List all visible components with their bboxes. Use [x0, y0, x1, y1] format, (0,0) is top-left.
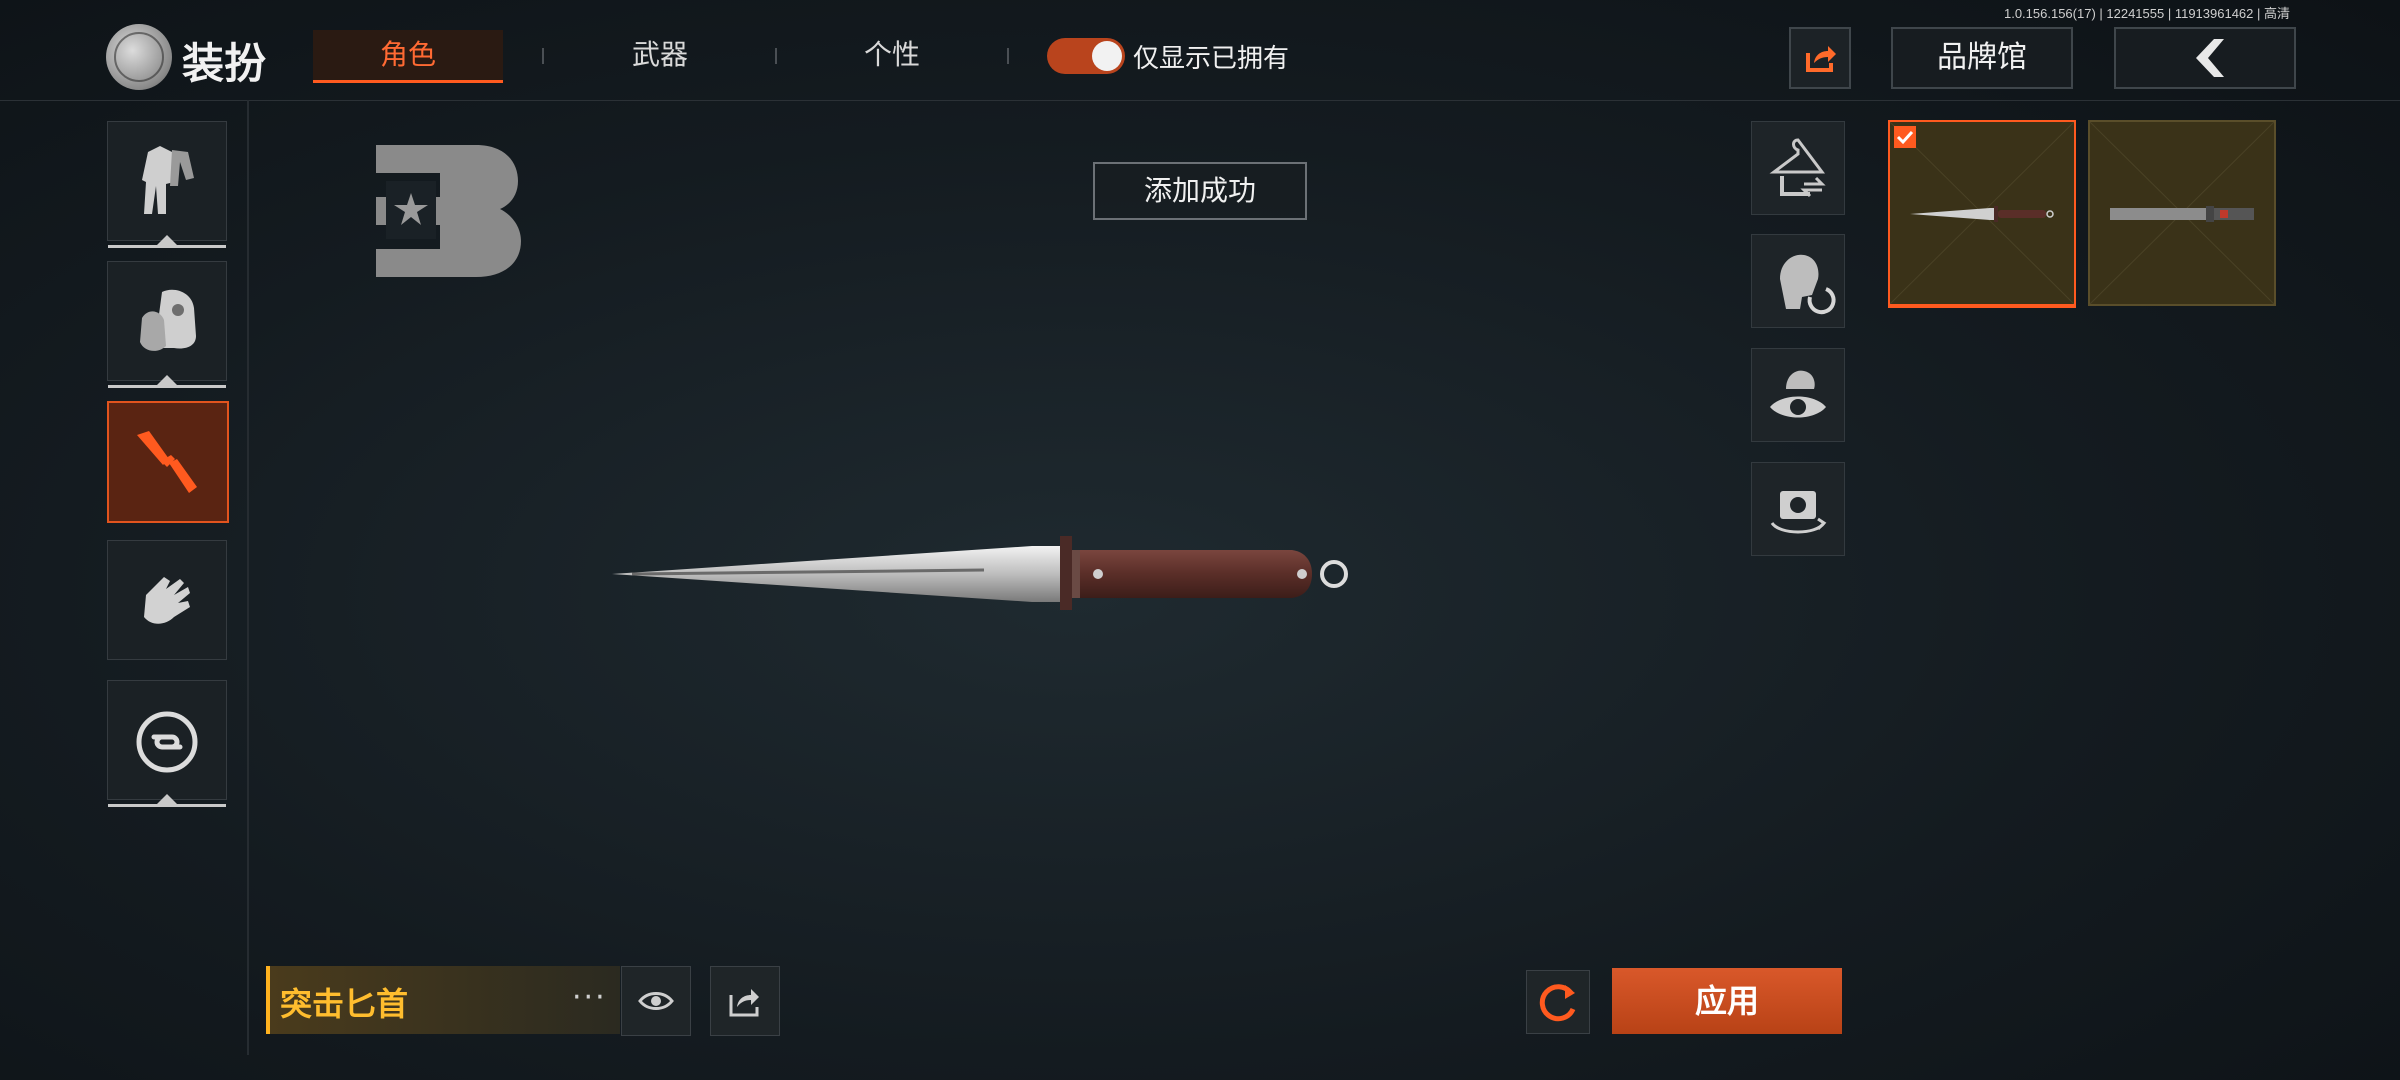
back-chevron-icon [2196, 39, 2224, 77]
expand-indicator [108, 235, 226, 248]
tab-role[interactable]: 角色 [313, 30, 503, 83]
skin-card[interactable] [1888, 120, 2076, 308]
success-toast: 添加成功 [1093, 162, 1307, 220]
preview-button[interactable] [1751, 348, 1845, 442]
camera-rotate-button[interactable] [1751, 462, 1845, 556]
selected-check-icon [1894, 126, 1916, 148]
skin-card[interactable] [2088, 120, 2276, 306]
share-icon [1806, 46, 1836, 72]
tab-divider [542, 48, 544, 64]
rotate-head-button[interactable] [1751, 234, 1845, 328]
sidebar-item-melee[interactable] [107, 401, 229, 523]
skin-thumbnail [1890, 122, 2074, 304]
share-item-button[interactable] [710, 966, 780, 1036]
globe-logo-icon [106, 24, 172, 90]
more-options-button[interactable]: ··· [572, 980, 607, 1015]
sidebar-item-link[interactable] [107, 680, 227, 807]
toggle-knob [1092, 41, 1122, 71]
glove-icon [144, 577, 190, 624]
outfit-icon [142, 146, 194, 214]
back-button[interactable] [2114, 27, 2296, 89]
camera-rotate-icon [1770, 491, 1827, 534]
hanger-swap-icon [1769, 138, 1826, 198]
tab-divider [775, 48, 777, 64]
preview-eye-icon [1770, 370, 1826, 418]
view-button[interactable] [621, 966, 691, 1036]
sidebar-item-backpack[interactable] [107, 261, 227, 388]
expand-indicator [108, 375, 226, 388]
sidebar-item-outfit[interactable] [107, 121, 227, 248]
sidebar-divider [247, 100, 249, 1055]
sidebar-item-gloves[interactable] [107, 540, 227, 660]
link-icon [136, 711, 198, 773]
head-rotate-icon [1780, 254, 1836, 315]
item-name: 突击匕首 [280, 985, 409, 1023]
owned-only-label: 仅显示已拥有 [1133, 44, 1290, 74]
refresh-icon [1539, 984, 1576, 1022]
eye-icon [638, 992, 674, 1010]
switch-outfit-button[interactable] [1751, 121, 1845, 215]
season-b-logo-icon [376, 145, 521, 281]
owned-only-toggle[interactable] [1047, 38, 1125, 74]
expand-indicator [108, 794, 226, 807]
knife-icon [137, 431, 197, 493]
share-icon [729, 989, 759, 1017]
reset-button[interactable] [1526, 970, 1590, 1034]
tab-weapons[interactable]: 武器 [565, 30, 755, 80]
apply-button[interactable]: 应用 [1612, 968, 1842, 1034]
skin-thumbnail [2090, 122, 2274, 304]
backpack-icon [140, 289, 196, 351]
knife-preview-image[interactable] [612, 510, 1352, 634]
brand-hall-button[interactable]: 品牌馆 [1891, 27, 2073, 89]
tab-divider [1007, 48, 1009, 64]
tab-personality[interactable]: 个性 [797, 30, 987, 80]
page-title: 装扮 [182, 39, 267, 88]
share-button[interactable] [1789, 27, 1851, 89]
